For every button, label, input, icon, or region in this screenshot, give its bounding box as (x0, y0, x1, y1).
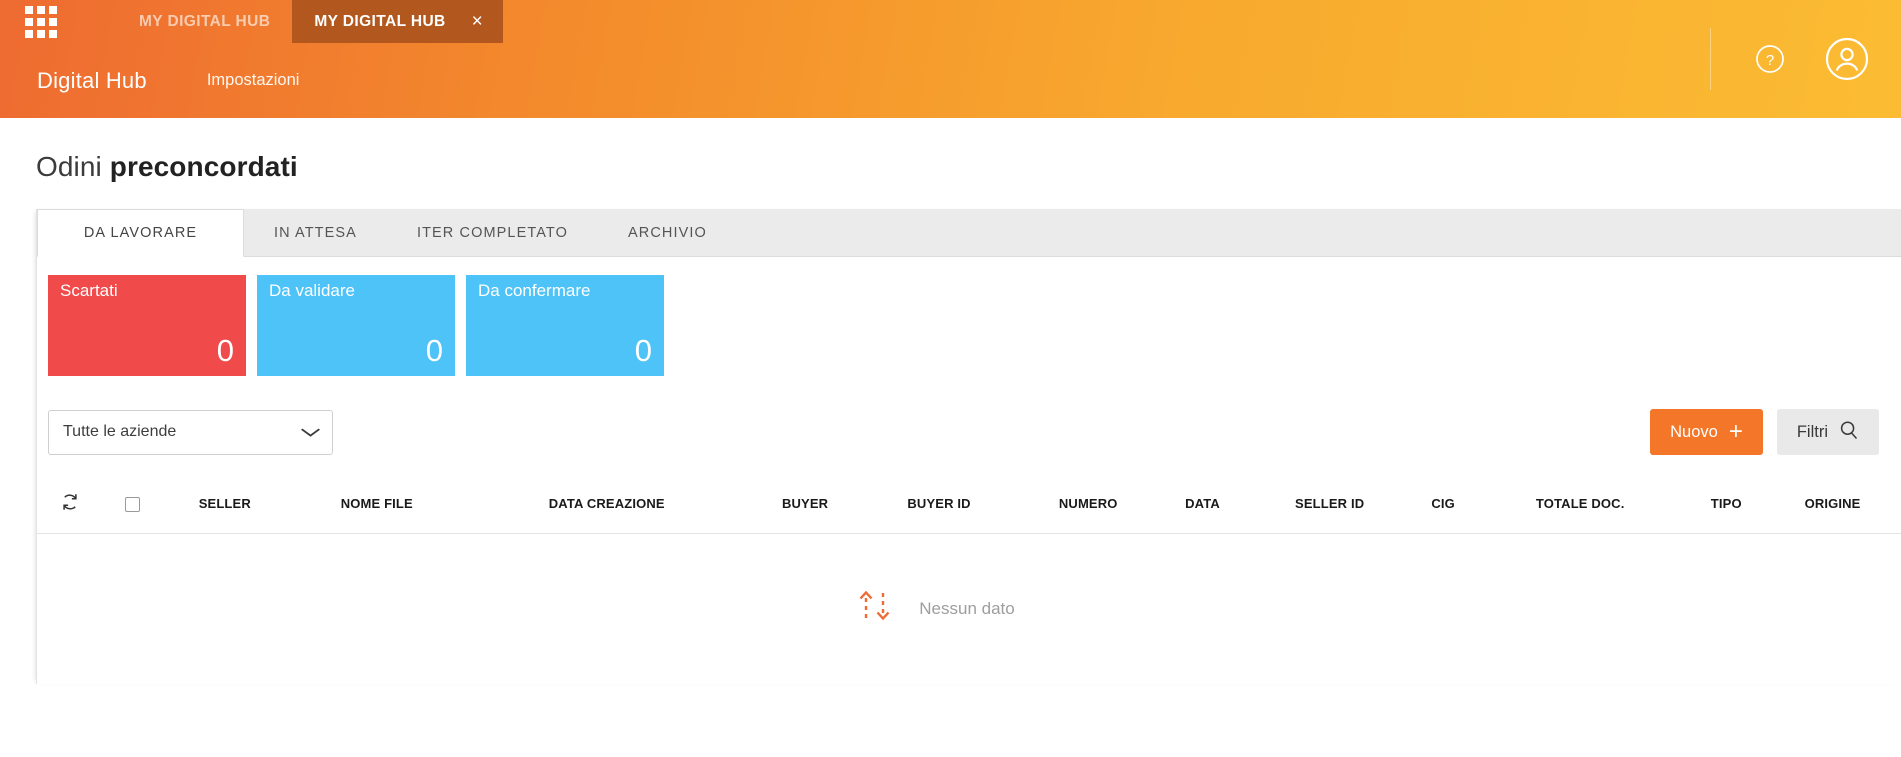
table-header-row: SELLER NOME FILE DATA CREAZIONE BUYER BU… (37, 479, 1901, 534)
kpi-label: Da confermare (478, 281, 591, 300)
kpi-card-row: Scartati 0 Da validare 0 Da confermare 0 (37, 257, 1901, 376)
documents-table: SELLER NOME FILE DATA CREAZIONE BUYER BU… (37, 479, 1901, 684)
tab-bar: DA LAVORARE IN ATTESA ITER COMPLETATO AR… (37, 209, 1901, 257)
apps-grid-dot (37, 30, 45, 38)
apps-grid-dot (25, 6, 33, 14)
tab-da-lavorare[interactable]: DA LAVORARE (37, 209, 244, 257)
brand-title[interactable]: Digital Hub (37, 68, 147, 94)
kpi-value: 0 (216, 333, 234, 368)
column-header-buyer[interactable]: BUYER (748, 479, 862, 534)
checkbox-icon[interactable] (124, 496, 140, 512)
chevron-down-icon (300, 425, 321, 440)
empty-state-row: Nessun dato (37, 534, 1901, 684)
window-tab-bar: MY DIGITAL HUB MY DIGITAL HUB × (0, 0, 1901, 43)
empty-state-text: Nessun dato (919, 598, 1015, 618)
help-circle-icon[interactable]: ? (1755, 44, 1785, 74)
header-nav-bar: Digital Hub Impostazioni (0, 43, 1901, 118)
page-body: Odini preconcordati DA LAVORARE IN ATTES… (0, 118, 1901, 757)
page-title-light: Odini (36, 151, 102, 182)
table-body: Nessun dato (37, 534, 1901, 684)
kpi-card-da-confermare[interactable]: Da confermare 0 (466, 275, 664, 376)
kpi-label: Scartati (60, 281, 118, 300)
column-header-seller-id[interactable]: SELLER ID (1245, 479, 1415, 534)
empty-state-cell: Nessun dato (37, 534, 1901, 684)
tab-archivio[interactable]: ARCHIVIO (598, 209, 737, 256)
tab-label: IN ATTESA (274, 224, 357, 241)
tab-label: ARCHIVIO (628, 224, 707, 241)
column-header-origine[interactable]: ORIGINE (1764, 479, 1901, 534)
kpi-value: 0 (634, 333, 652, 368)
user-account-icon[interactable] (1825, 37, 1869, 81)
kpi-card-scartati[interactable]: Scartati 0 (48, 275, 246, 376)
page-title: Odini preconcordati (0, 118, 1901, 183)
window-tab-inactive[interactable]: MY DIGITAL HUB (117, 0, 292, 43)
column-header-data[interactable]: DATA (1159, 479, 1245, 534)
apps-grid-icon[interactable] (25, 6, 57, 38)
column-header-buyer-id[interactable]: BUYER ID (861, 479, 1017, 534)
refresh-icon[interactable] (59, 491, 81, 513)
select-all-column-header (103, 479, 161, 534)
content-panel: DA LAVORARE IN ATTESA ITER COMPLETATO AR… (36, 209, 1901, 684)
apps-grid-dot (37, 18, 45, 26)
company-select[interactable]: Tutte le aziende (48, 409, 333, 455)
search-icon (1839, 420, 1859, 445)
apps-grid-dot (49, 18, 57, 26)
column-header-cig[interactable]: CIG (1414, 479, 1472, 534)
window-tab-active[interactable]: MY DIGITAL HUB × (292, 0, 504, 43)
filters-button[interactable]: Filtri (1776, 409, 1879, 455)
tab-in-attesa[interactable]: IN ATTESA (244, 209, 387, 256)
header-divider (1710, 28, 1711, 90)
no-data-arrows-icon (853, 584, 897, 633)
apps-grid-dot (25, 18, 33, 26)
plus-icon: + (1728, 418, 1743, 445)
apps-grid-dot (37, 6, 45, 14)
apps-grid-dot (49, 30, 57, 38)
new-button[interactable]: Nuovo + (1650, 409, 1763, 455)
column-header-data-creazione[interactable]: DATA CREAZIONE (464, 479, 749, 534)
kpi-value: 0 (425, 333, 443, 368)
new-button-label: Nuovo (1670, 422, 1718, 441)
svg-text:?: ? (1766, 52, 1774, 69)
app-header: MY DIGITAL HUB MY DIGITAL HUB × Digital … (0, 0, 1901, 118)
company-select-value: Tutte le aziende (63, 423, 177, 440)
header-actions: ? (1710, 0, 1901, 118)
table-header: SELLER NOME FILE DATA CREAZIONE BUYER BU… (37, 479, 1901, 534)
tab-label: ITER COMPLETATO (416, 224, 568, 241)
apps-grid-dot (49, 6, 57, 14)
column-header-nome-file[interactable]: NOME FILE (288, 479, 465, 534)
nav-item-impostazioni[interactable]: Impostazioni (207, 71, 300, 90)
apps-grid-dot (25, 30, 33, 38)
column-header-tipo[interactable]: TIPO (1688, 479, 1765, 534)
table-toolbar: Tutte le aziende Nuovo + Filtri (37, 376, 1901, 455)
refresh-column-header (37, 479, 103, 534)
column-header-numero[interactable]: NUMERO (1016, 479, 1160, 534)
column-header-totale-doc[interactable]: TOTALE DOC. (1471, 479, 1689, 534)
window-tab-label: MY DIGITAL HUB (314, 13, 446, 30)
page-title-bold: preconcordati (109, 151, 298, 182)
empty-state: Nessun dato (853, 584, 1015, 633)
window-tab-label: MY DIGITAL HUB (139, 13, 271, 30)
kpi-label: Da validare (269, 281, 355, 300)
kpi-card-da-validare[interactable]: Da validare 0 (257, 275, 455, 376)
tab-label: DA LAVORARE (83, 225, 198, 241)
tab-iter-completato[interactable]: ITER COMPLETATO (387, 209, 598, 256)
close-icon[interactable]: × (472, 12, 484, 31)
column-header-seller[interactable]: SELLER (161, 479, 289, 534)
filters-button-label: Filtri (1796, 422, 1828, 441)
